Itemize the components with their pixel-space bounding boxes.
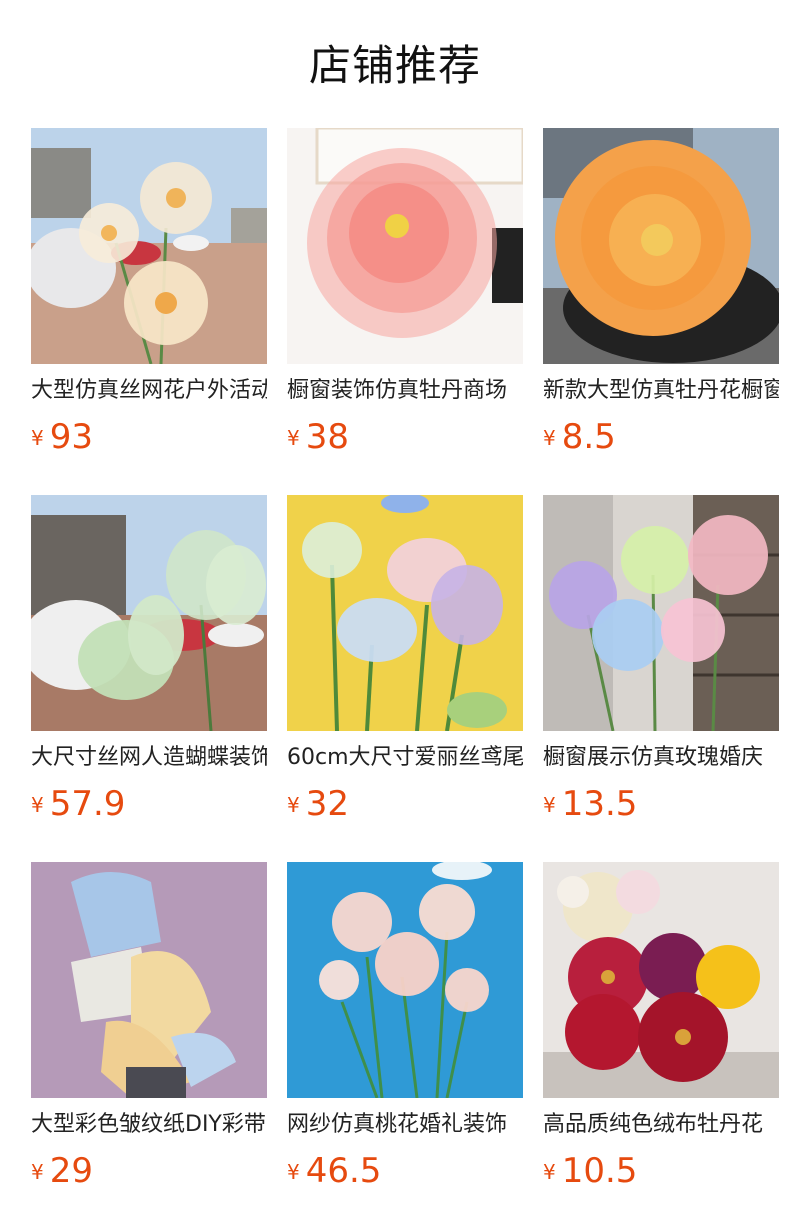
price-value: 46.5 bbox=[305, 1151, 382, 1191]
product-price: ¥93 bbox=[31, 415, 93, 459]
product-name[interactable]: 网纱仿真桃花婚礼装饰 bbox=[287, 1109, 523, 1141]
product-image[interactable] bbox=[287, 128, 523, 364]
currency-symbol: ¥ bbox=[287, 1160, 300, 1184]
price-value: 93 bbox=[49, 417, 93, 457]
product-image[interactable] bbox=[543, 128, 779, 364]
currency-symbol: ¥ bbox=[543, 1160, 556, 1184]
product-price: ¥8.5 bbox=[543, 415, 616, 459]
price-value: 10.5 bbox=[561, 1151, 638, 1191]
product-card[interactable]: 网纱仿真桃花婚礼装饰 ¥46.5 bbox=[287, 862, 523, 1202]
currency-symbol: ¥ bbox=[31, 793, 44, 817]
product-image[interactable] bbox=[543, 862, 779, 1098]
price-value: 29 bbox=[49, 1151, 93, 1191]
price-value: 38 bbox=[305, 417, 349, 457]
product-price: ¥46.5 bbox=[287, 1149, 381, 1193]
product-photo bbox=[31, 862, 267, 1098]
product-image[interactable] bbox=[543, 495, 779, 731]
product-photo bbox=[287, 495, 523, 731]
product-card[interactable]: 大型彩色皱纹纸DIY彩带 ¥29 bbox=[31, 862, 267, 1202]
product-card[interactable]: 大尺寸丝网人造蝴蝶装饰 ¥57.9 bbox=[31, 495, 267, 835]
currency-symbol: ¥ bbox=[287, 426, 300, 450]
product-price: ¥32 bbox=[287, 782, 349, 826]
product-price: ¥38 bbox=[287, 415, 349, 459]
price-value: 32 bbox=[305, 784, 349, 824]
product-name[interactable]: 高品质纯色绒布牡丹花 bbox=[543, 1109, 779, 1141]
product-price: ¥29 bbox=[31, 1149, 93, 1193]
price-value: 57.9 bbox=[49, 784, 126, 824]
product-photo bbox=[287, 862, 523, 1098]
product-card[interactable]: 高品质纯色绒布牡丹花 ¥10.5 bbox=[543, 862, 779, 1202]
product-name[interactable]: 60cm大尺寸爱丽丝鸢尾花 bbox=[287, 742, 523, 774]
product-name[interactable]: 新款大型仿真牡丹花橱窗 bbox=[543, 375, 779, 407]
product-photo bbox=[31, 128, 267, 364]
product-name[interactable]: 大型仿真丝网花户外活动 bbox=[31, 375, 267, 407]
currency-symbol: ¥ bbox=[31, 426, 44, 450]
product-card[interactable]: 60cm大尺寸爱丽丝鸢尾花 ¥32 bbox=[287, 495, 523, 835]
product-price: ¥57.9 bbox=[31, 782, 125, 826]
product-photo bbox=[287, 128, 523, 364]
price-value: 13.5 bbox=[561, 784, 638, 824]
product-image[interactable] bbox=[31, 862, 267, 1098]
product-photo bbox=[543, 495, 779, 731]
currency-symbol: ¥ bbox=[287, 793, 300, 817]
currency-symbol: ¥ bbox=[543, 793, 556, 817]
product-card[interactable]: 橱窗装饰仿真牡丹商场 ¥38 bbox=[287, 128, 523, 468]
currency-symbol: ¥ bbox=[31, 1160, 44, 1184]
product-photo bbox=[31, 495, 267, 731]
product-image[interactable] bbox=[287, 495, 523, 731]
page-title: 店铺推荐 bbox=[308, 41, 481, 90]
product-name[interactable]: 大尺寸丝网人造蝴蝶装饰 bbox=[31, 742, 267, 774]
product-name[interactable]: 大型彩色皱纹纸DIY彩带 bbox=[31, 1109, 267, 1141]
product-name[interactable]: 橱窗展示仿真玫瑰婚庆 bbox=[543, 742, 779, 774]
product-image[interactable] bbox=[287, 862, 523, 1098]
product-photo bbox=[543, 128, 779, 364]
product-name[interactable]: 橱窗装饰仿真牡丹商场 bbox=[287, 375, 523, 407]
price-value: 8.5 bbox=[561, 417, 616, 457]
product-image[interactable] bbox=[31, 128, 267, 364]
product-photo bbox=[543, 862, 779, 1098]
product-price: ¥13.5 bbox=[543, 782, 637, 826]
product-price: ¥10.5 bbox=[543, 1149, 637, 1193]
currency-symbol: ¥ bbox=[543, 426, 556, 450]
product-card[interactable]: 新款大型仿真牡丹花橱窗 ¥8.5 bbox=[543, 128, 779, 468]
product-image[interactable] bbox=[31, 495, 267, 731]
product-card[interactable]: 大型仿真丝网花户外活动 ¥93 bbox=[31, 128, 267, 468]
product-card[interactable]: 橱窗展示仿真玫瑰婚庆 ¥13.5 bbox=[543, 495, 779, 835]
